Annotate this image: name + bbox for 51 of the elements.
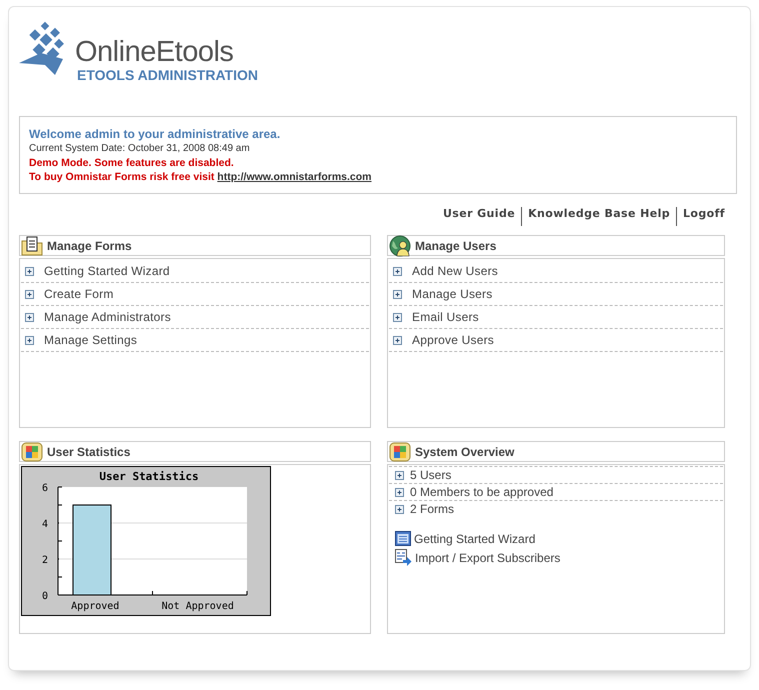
nav-link[interactable]: Logoff — [676, 207, 725, 226]
panel-title: Manage Users — [415, 238, 496, 252]
expand-icon — [393, 336, 402, 344]
menu-link[interactable]: Create Form — [44, 287, 114, 301]
expand-icon — [395, 504, 404, 514]
axis-tick: 2 — [42, 555, 48, 566]
shortcut-link[interactable]: Import / Export Subscribers — [415, 550, 560, 564]
shortcut-link[interactable]: Getting Started Wizard — [414, 532, 536, 546]
window-icon — [395, 531, 411, 546]
panel-title: User Statistics — [47, 444, 130, 458]
window-tiles-icon — [21, 442, 43, 462]
menu-link[interactable]: Manage Users — [412, 287, 492, 301]
axis-tick: 6 — [42, 483, 48, 494]
menu-link[interactable]: Add New Users — [412, 264, 498, 278]
expand-icon — [25, 290, 34, 298]
expand-icon — [393, 290, 402, 298]
menu-link[interactable]: Email Users — [412, 310, 479, 324]
nav-link[interactable]: Knowledge Base Help — [521, 207, 676, 226]
axis-tick: 4 — [42, 519, 48, 530]
stat-text: 5 Users — [410, 468, 452, 482]
logo-subtitle: ETOOLS ADMINISTRATION — [77, 67, 258, 83]
menu-link[interactable]: Getting Started Wizard — [44, 264, 170, 278]
expand-icon — [393, 312, 402, 322]
axis-label: Not Approved — [162, 601, 234, 612]
buy-text: To buy Omnistar Forms risk free visit — [29, 171, 214, 183]
expand-icon — [393, 266, 402, 276]
expand-icon — [395, 488, 404, 496]
stat-text: 2 Forms — [410, 502, 454, 516]
panel-title: Manage Forms — [47, 238, 132, 252]
expand-icon — [395, 470, 404, 480]
welcome-text: Welcome admin to your administrative area. — [29, 127, 282, 142]
stat-text: 0 Members to be approved — [410, 485, 554, 499]
expand-icon — [25, 336, 34, 344]
nav-link[interactable]: User Guide — [436, 207, 522, 226]
demo-warning: Demo Mode. Some features are disabled. — [29, 156, 235, 170]
date-text: Current System Date: October 31, 2008 08:49 am — [29, 142, 251, 156]
chart-title: User Statistics — [99, 470, 199, 483]
menu-link[interactable]: Manage Administrators — [44, 310, 171, 324]
axis-label: Approved — [71, 601, 120, 612]
website-link[interactable]: http://www.omnistarforms.com — [217, 171, 372, 183]
expand-icon — [25, 312, 34, 322]
axis-tick: 0 — [42, 591, 48, 602]
user-globe-icon — [389, 234, 411, 256]
menu-link[interactable]: Manage Settings — [44, 333, 138, 347]
panel-title: System Overview — [415, 444, 514, 458]
logo-text: OnlineEtools — [75, 37, 234, 67]
expand-icon — [25, 266, 34, 276]
window-tiles-icon — [389, 442, 411, 462]
document-arrow-icon — [395, 549, 412, 566]
menu-link[interactable]: Approve Users — [412, 333, 494, 347]
folder-document-icon — [21, 236, 43, 256]
